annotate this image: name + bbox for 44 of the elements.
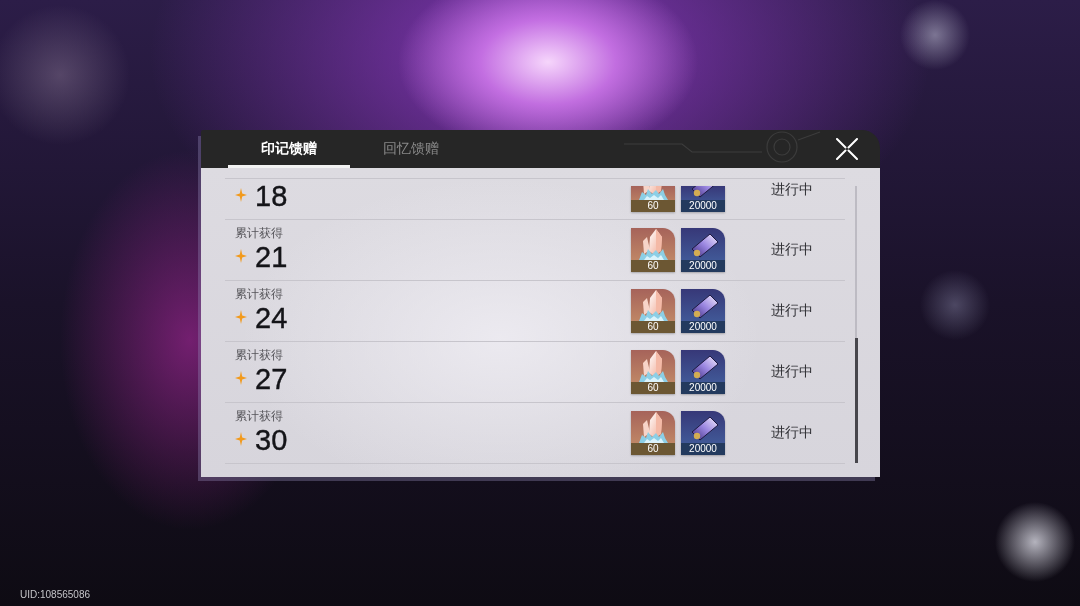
- sparkle-icon: [235, 371, 247, 385]
- milestone-label: 累计获得: [235, 287, 283, 302]
- sparkle-icon: [235, 188, 247, 202]
- reward-count: 20000: [681, 321, 725, 333]
- reward-count: 60: [631, 321, 675, 333]
- reward-count: 60: [631, 382, 675, 394]
- sparkle-icon: [235, 432, 247, 446]
- sparkle-icon: [235, 310, 247, 324]
- scrollbar-thumb[interactable]: [854, 338, 858, 463]
- status-label: 进行中: [770, 363, 814, 381]
- reward-count: 60: [631, 200, 675, 212]
- milestone-number: 27: [255, 363, 288, 395]
- milestone-label: 累计获得: [235, 409, 283, 424]
- reward-count: 20000: [681, 200, 725, 212]
- reward-item[interactable]: 60: [631, 411, 675, 455]
- tab[interactable]: 回忆馈赠: [350, 130, 472, 168]
- reward-item[interactable]: 60: [631, 228, 675, 272]
- milestone-number: 24: [255, 302, 288, 334]
- reward-count: 60: [631, 443, 675, 455]
- status-label: 进行中: [770, 180, 814, 197]
- reward-item[interactable]: 20000: [681, 350, 725, 394]
- reward-item[interactable]: 20000: [681, 411, 725, 455]
- milestone-number: 30: [255, 424, 288, 456]
- milestone-number: 21: [255, 241, 288, 273]
- reward-item[interactable]: 20000: [681, 186, 725, 212]
- status-label: 进行中: [770, 241, 814, 259]
- reward-item[interactable]: 20000: [681, 289, 725, 333]
- reward-count: 20000: [681, 443, 725, 455]
- close-button[interactable]: [836, 138, 858, 160]
- reward-item[interactable]: 60: [631, 350, 675, 394]
- reward-count: 60: [631, 260, 675, 272]
- status-label: 进行中: [770, 302, 814, 320]
- close-icon: [836, 138, 858, 160]
- reward-item[interactable]: 20000: [681, 228, 725, 272]
- milestone-label: 累计获得: [235, 348, 283, 363]
- milestone-label: 累计获得: [235, 226, 283, 241]
- sparkle-icon: [235, 249, 247, 263]
- reward-item[interactable]: 60: [631, 186, 675, 212]
- reward-count: 20000: [681, 382, 725, 394]
- status-label: 进行中: [770, 424, 814, 442]
- milestone-number: 18: [255, 180, 288, 212]
- reward-item[interactable]: 60: [631, 289, 675, 333]
- reward-count: 20000: [681, 260, 725, 272]
- uid-label: UID:108565086: [20, 589, 91, 600]
